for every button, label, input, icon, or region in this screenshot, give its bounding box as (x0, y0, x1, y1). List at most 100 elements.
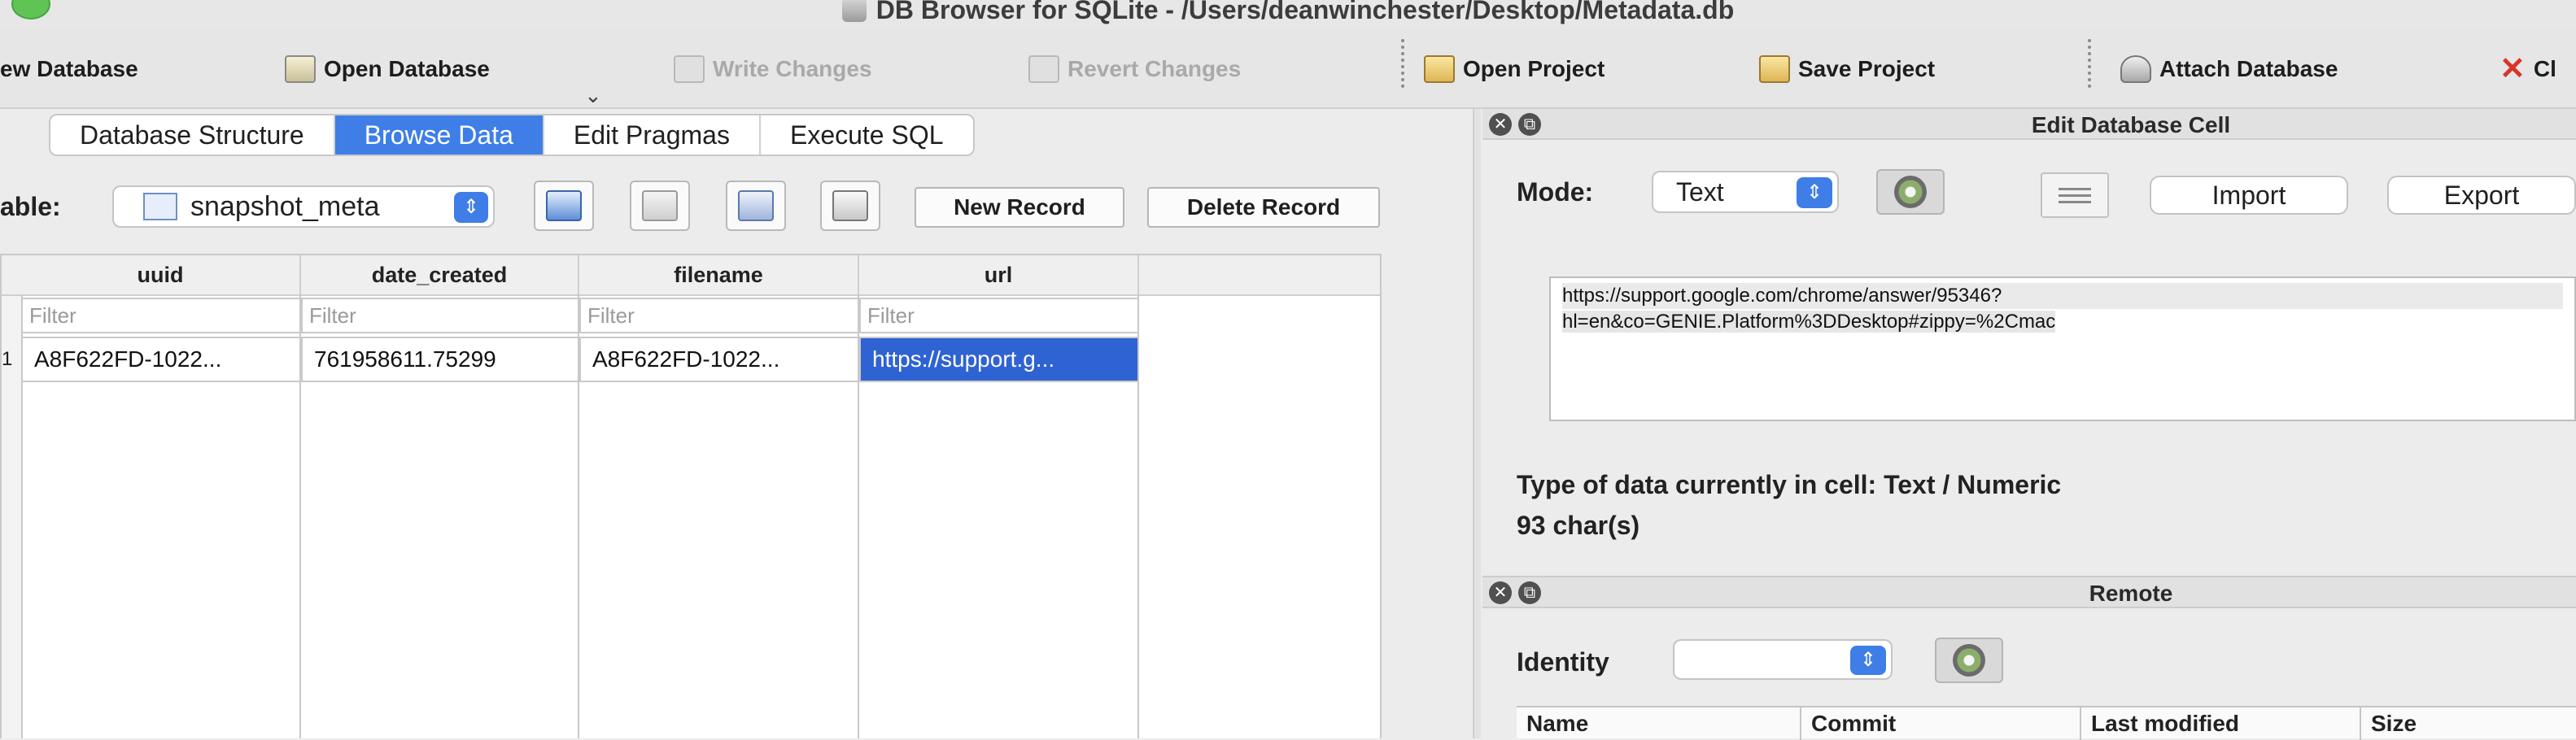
new-database-label: ew Database (0, 56, 138, 81)
title-container: DB Browser for SQLite - /Users/deanwinch… (0, 0, 2576, 26)
save-project-label: Save Project (1798, 56, 1936, 81)
auto-format-button[interactable] (1876, 169, 1945, 215)
edit-cell-panel-title: Edit Database Cell (2031, 112, 2231, 137)
mode-select-value: Text (1676, 176, 1724, 207)
cell-type-info: Type of data currently in cell: Text / N… (1517, 470, 2062, 499)
open-project-label: Open Project (1463, 56, 1605, 81)
window-title: DB Browser for SQLite - /Users/deanwinch… (875, 0, 1735, 24)
filter-input-url[interactable]: Filter (859, 298, 1139, 333)
print-button[interactable] (820, 181, 880, 231)
gear-icon (1953, 644, 1985, 677)
remote-column-name[interactable]: Name (1517, 707, 1800, 740)
pane-splitter[interactable] (1473, 109, 1481, 738)
write-changes-label: Write Changes (713, 56, 872, 81)
word-wrap-button[interactable] (2041, 172, 2109, 218)
new-record-button[interactable]: New Record (915, 187, 1124, 228)
save-project-icon (1759, 55, 1790, 83)
filter-input-filename[interactable]: Filter (579, 298, 859, 333)
filter-input-date-created[interactable]: Filter (301, 298, 579, 333)
table-cell[interactable]: 761958611.75299 (301, 337, 579, 382)
chevron-down-icon[interactable]: ⌄ (584, 83, 602, 108)
save-project-button[interactable]: Save Project (1759, 50, 1935, 88)
cell-content-line: https://support.google.com/chrome/answer… (1562, 283, 2563, 309)
table-cell[interactable]: A8F622FD-1022... (579, 337, 859, 382)
cell-char-count: 93 char(s) (1517, 511, 1640, 540)
remote-table-header: Name Commit Last modified Size (1517, 706, 2576, 740)
revert-changes-label: Revert Changes (1068, 56, 1242, 81)
refresh-button[interactable] (534, 181, 594, 231)
row-header-strip (2, 255, 23, 738)
save-table-icon (738, 190, 774, 221)
select-arrows-icon: ⇕ (454, 192, 488, 223)
revert-changes-icon (1028, 55, 1059, 83)
tab-edit-pragmas[interactable]: Edit Pragmas (544, 115, 761, 155)
cell-editor-textarea[interactable]: https://support.google.com/chrome/answer… (1549, 276, 2576, 421)
remote-column-commit[interactable]: Commit (1800, 707, 2080, 740)
data-grid: uuid date_created filename url Filter Fi… (0, 254, 1382, 738)
attach-database-icon (2120, 55, 2151, 83)
select-arrows-icon: ⇕ (1850, 646, 1886, 675)
refresh-icon (546, 190, 582, 221)
table-cell[interactable]: A8F622FD-1022... (21, 337, 301, 382)
export-button[interactable]: Export (2387, 176, 2576, 215)
toolbar: ew Database Open Database Write Changes … (0, 29, 2576, 109)
table-label: able: (0, 192, 61, 221)
delete-record-button[interactable]: Delete Record (1147, 187, 1380, 228)
tab-database-structure[interactable]: Database Structure (50, 115, 335, 155)
column-header-filename[interactable]: filename (579, 255, 859, 294)
remote-panel-title: Remote (2089, 581, 2173, 606)
import-button[interactable]: Import (2150, 176, 2348, 215)
export-label: Export (2443, 180, 2520, 210)
open-project-icon (1424, 55, 1455, 83)
write-changes-icon (674, 55, 705, 83)
open-database-button[interactable]: Open Database (285, 50, 490, 88)
save-filter-button[interactable] (726, 181, 786, 231)
row-number[interactable]: 1 (2, 337, 20, 382)
lines-icon (2059, 200, 2091, 203)
filter-input-uuid[interactable]: Filter (21, 298, 301, 333)
table-select-value: snapshot_meta (190, 190, 380, 222)
table-select[interactable]: snapshot_meta ⇕ (112, 185, 495, 228)
attach-database-button[interactable]: Attach Database (2120, 50, 2338, 88)
tab-execute-sql[interactable]: Execute SQL (761, 115, 973, 155)
toolbar-separator (1401, 39, 1404, 88)
select-arrows-icon: ⇕ (1797, 177, 1832, 208)
mode-select[interactable]: Text ⇕ (1652, 171, 1839, 213)
identity-select[interactable]: ⇕ (1673, 639, 1893, 680)
clear-filters-button[interactable] (630, 181, 690, 231)
column-header-url[interactable]: url (859, 255, 1139, 294)
mode-label: Mode: (1517, 177, 1594, 207)
import-label: Import (2211, 180, 2286, 210)
lines-icon (2059, 194, 2091, 197)
attach-database-label: Attach Database (2159, 56, 2338, 81)
lines-icon (2059, 187, 2091, 190)
gear-icon (1894, 176, 1927, 208)
edit-cell-panel-header: ✕ ⧉ Edit Database Cell (1482, 107, 2576, 140)
close-database-button[interactable]: ✕ Cl (2500, 50, 2556, 88)
print-icon (832, 190, 868, 221)
remote-panel-header: ✕ ⧉ Remote (1482, 576, 2576, 608)
table-cell-selected[interactable]: https://support.g... (859, 337, 1139, 382)
column-header-uuid[interactable]: uuid (21, 255, 301, 294)
cell-content-line: hl=en&co=GENIE.Platform%3DDesktop#zippy=… (1562, 311, 2056, 333)
table-icon (143, 193, 177, 220)
new-database-button[interactable]: ew Database (0, 50, 138, 88)
delete-record-label: Delete Record (1186, 194, 1341, 220)
tab-browse-data[interactable]: Browse Data (334, 115, 544, 155)
close-icon: ✕ (2500, 52, 2526, 86)
open-project-button[interactable]: Open Project (1424, 50, 1605, 88)
filter-clear-icon (642, 190, 678, 221)
revert-changes-button[interactable]: Revert Changes (1028, 50, 1241, 88)
column-header-date-created[interactable]: date_created (301, 255, 579, 294)
main-tabs: Database Structure Browse Data Edit Prag… (49, 114, 975, 156)
write-changes-button[interactable]: Write Changes (674, 50, 872, 88)
identity-settings-button[interactable] (1935, 638, 2003, 683)
remote-column-size[interactable]: Size (2360, 707, 2576, 740)
open-database-icon (285, 55, 316, 83)
database-icon (841, 0, 867, 22)
new-record-label: New Record (954, 194, 1085, 220)
remote-column-last-modified[interactable]: Last modified (2080, 707, 2360, 740)
toolbar-separator (2088, 39, 2091, 88)
identity-label: Identity (1517, 647, 1609, 677)
open-database-label: Open Database (324, 56, 490, 81)
